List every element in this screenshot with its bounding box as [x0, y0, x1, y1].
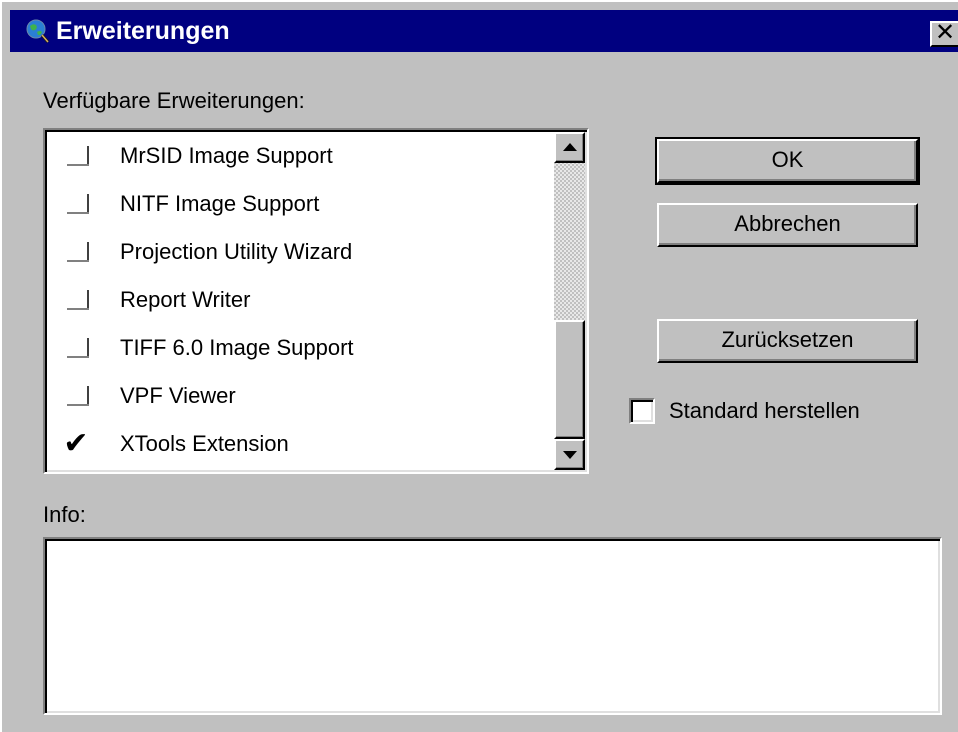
list-item-label: TIFF 6.0 Image Support: [120, 335, 354, 360]
list-item[interactable]: Projection Utility Wizard: [63, 235, 563, 269]
list-item-label: VPF Viewer: [120, 383, 236, 408]
list-item[interactable]: NITF Image Support: [63, 187, 563, 221]
close-button[interactable]: ✕: [930, 21, 958, 47]
title-bar[interactable]: Erweiterungen ✕: [10, 10, 958, 52]
ok-button[interactable]: OK: [655, 137, 920, 185]
list-item-label: Projection Utility Wizard: [120, 239, 353, 264]
item-checkbox[interactable]: [63, 335, 89, 361]
info-box: [43, 537, 942, 715]
item-checkbox[interactable]: [63, 239, 89, 265]
standard-checkbox-label[interactable]: Standard herstellen: [669, 398, 860, 424]
item-checkbox[interactable]: [63, 287, 89, 313]
extensions-list[interactable]: MrSID Image Support NITF Image Support P…: [43, 128, 589, 474]
list-item-label: NITF Image Support: [120, 191, 320, 216]
close-icon: ✕: [934, 19, 956, 46]
list-item-label: XTools Extension: [120, 431, 289, 456]
reset-button[interactable]: Zurücksetzen: [657, 319, 918, 363]
arrow-up-icon: [563, 143, 577, 151]
extensions-label: Verfügbare Erweiterungen:: [43, 88, 305, 113]
scroll-down-button[interactable]: [554, 439, 585, 470]
list-item[interactable]: Report Writer: [63, 283, 563, 317]
scroll-thumb[interactable]: [554, 320, 585, 439]
extensions-dialog: Erweiterungen ✕ Verfügbare Erweiterungen…: [0, 0, 958, 732]
item-checkbox[interactable]: ✔: [63, 429, 89, 459]
cancel-button[interactable]: Abbrechen: [657, 203, 918, 247]
info-label: Info:: [43, 502, 86, 527]
list-item[interactable]: TIFF 6.0 Image Support: [63, 331, 563, 365]
item-checkbox[interactable]: [63, 143, 89, 169]
item-checkbox[interactable]: [63, 383, 89, 409]
list-scrollbar[interactable]: [554, 132, 585, 470]
list-item-label: MrSID Image Support: [120, 143, 333, 168]
arrow-down-icon: [563, 451, 577, 459]
scroll-up-button[interactable]: [554, 132, 585, 163]
list-item[interactable]: MrSID Image Support: [63, 139, 563, 173]
list-item[interactable]: VPF Viewer: [63, 379, 563, 413]
list-item[interactable]: ✔ XTools Extension: [63, 427, 563, 461]
standard-checkbox[interactable]: [629, 398, 655, 424]
globe-magnifier-icon: [26, 19, 50, 43]
window-title: Erweiterungen: [56, 17, 230, 45]
item-checkbox[interactable]: [63, 191, 89, 217]
list-item-label: Report Writer: [120, 287, 251, 312]
